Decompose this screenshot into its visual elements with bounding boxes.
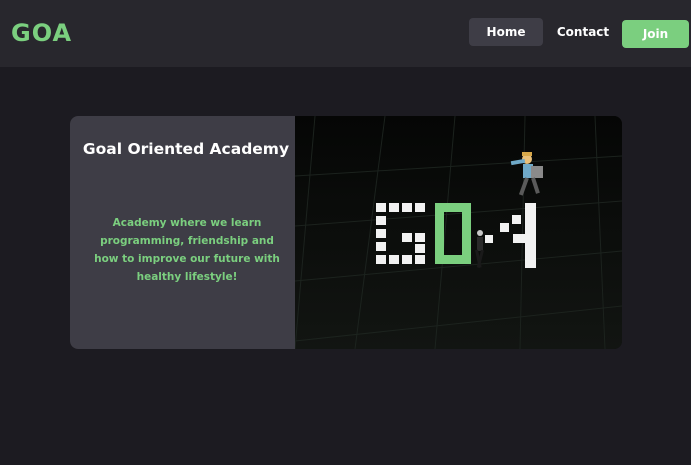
nav-contact-button[interactable]: Contact (550, 18, 616, 46)
hero-description: Academy where we learn programming, frie… (94, 217, 280, 283)
site-logo[interactable]: GOA (11, 19, 72, 47)
hero-image (295, 116, 622, 349)
hero-card: Goal Oriented Academy Academy where we l… (70, 116, 622, 349)
hero-text-panel: Goal Oriented Academy Academy where we l… (70, 116, 295, 349)
nav-home-button[interactable]: Home (469, 18, 543, 46)
nav-join-button[interactable]: Join (622, 20, 689, 48)
top-navbar: GOA Home Contact Join (0, 0, 691, 67)
hero-title: Goal Oriented Academy (82, 140, 290, 158)
